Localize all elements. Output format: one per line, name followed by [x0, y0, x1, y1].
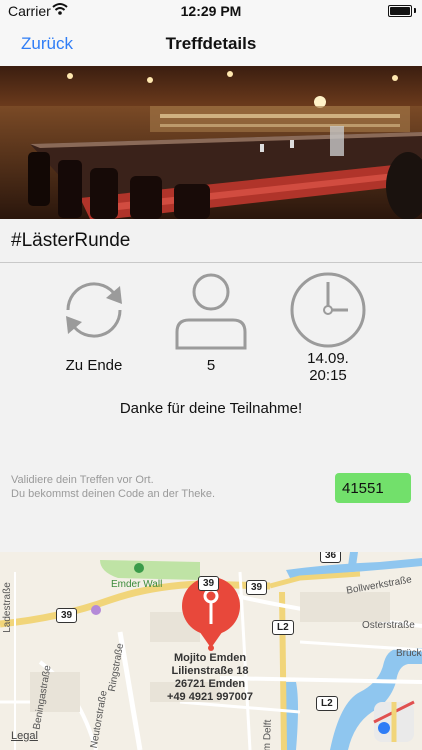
validation-hint-line-2: Du bekommst deinen Code an der Theke. — [11, 488, 216, 500]
road-shield-36: 36 — [320, 552, 342, 563]
validation-hint-line-1: Validiere dein Treffen vor Ort. — [11, 474, 154, 486]
datetime-stat: 14.09. 20:15 — [283, 270, 373, 384]
validation-code-field[interactable]: 41551 — [335, 473, 411, 503]
event-status-stat: Zu Ende — [49, 270, 139, 374]
map-label-brueckstr: Brückst — [396, 648, 422, 659]
road-shield-l2-b: L2 — [316, 696, 338, 711]
participants-stat: 5 — [166, 270, 256, 374]
validation-code: 41551 — [342, 480, 384, 497]
event-hashtag: #LästerRunde — [11, 230, 131, 251]
venue-photo — [0, 66, 422, 219]
thanks-message: Danke für deine Teilnahme! — [119, 400, 303, 417]
page-title: Treffdetails — [165, 34, 257, 53]
legal-link[interactable]: Legal — [11, 730, 38, 742]
venue-address: Mojito Emden Lilienstraße 18 26721 Emden… — [140, 652, 280, 704]
event-date: 14.09. — [307, 350, 349, 367]
road-shield-l2-a: L2 — [272, 620, 294, 635]
participants-count: 5 — [206, 357, 216, 374]
status-bar: Carrier 12:29 PM — [0, 0, 422, 22]
refresh-icon — [66, 282, 122, 338]
map-label-osterstrasse: Osterstraße — [362, 620, 415, 631]
event-hashtag-row: #LästerRunde — [0, 219, 422, 263]
road-shield-39-a: 39 — [198, 576, 220, 591]
clock-label: 12:29 PM — [180, 3, 242, 19]
road-shield-39-c: 39 — [56, 608, 78, 623]
event-status-label: Zu Ende — [65, 357, 123, 374]
event-time: 20:15 — [309, 367, 347, 384]
venue-map[interactable]: Emder Wall Bollwerkstraße Osterstraße Br… — [0, 552, 422, 750]
venue-name: Mojito Emden — [173, 652, 247, 664]
road-shield-39-b: 39 — [246, 580, 268, 595]
venue-phone: +49 4921 997007 — [167, 691, 253, 703]
navigation-bar: Zurück Treffdetails — [0, 22, 422, 67]
map-label-am-delft: m Delft — [261, 719, 274, 750]
venue-city: 26721 Emden — [174, 678, 246, 690]
venue-street: Lilienstraße 18 — [171, 665, 249, 677]
clock-icon — [290, 272, 366, 348]
map-label-ladestrasse: Ladestraße — [1, 582, 13, 633]
map-label-emder-wall: Emder Wall — [111, 579, 163, 590]
battery-tip — [414, 8, 416, 13]
person-icon — [175, 273, 247, 350]
battery-icon — [388, 5, 412, 17]
validation-hint: Validiere dein Treffen vor Ort. Du bekom… — [11, 473, 215, 501]
